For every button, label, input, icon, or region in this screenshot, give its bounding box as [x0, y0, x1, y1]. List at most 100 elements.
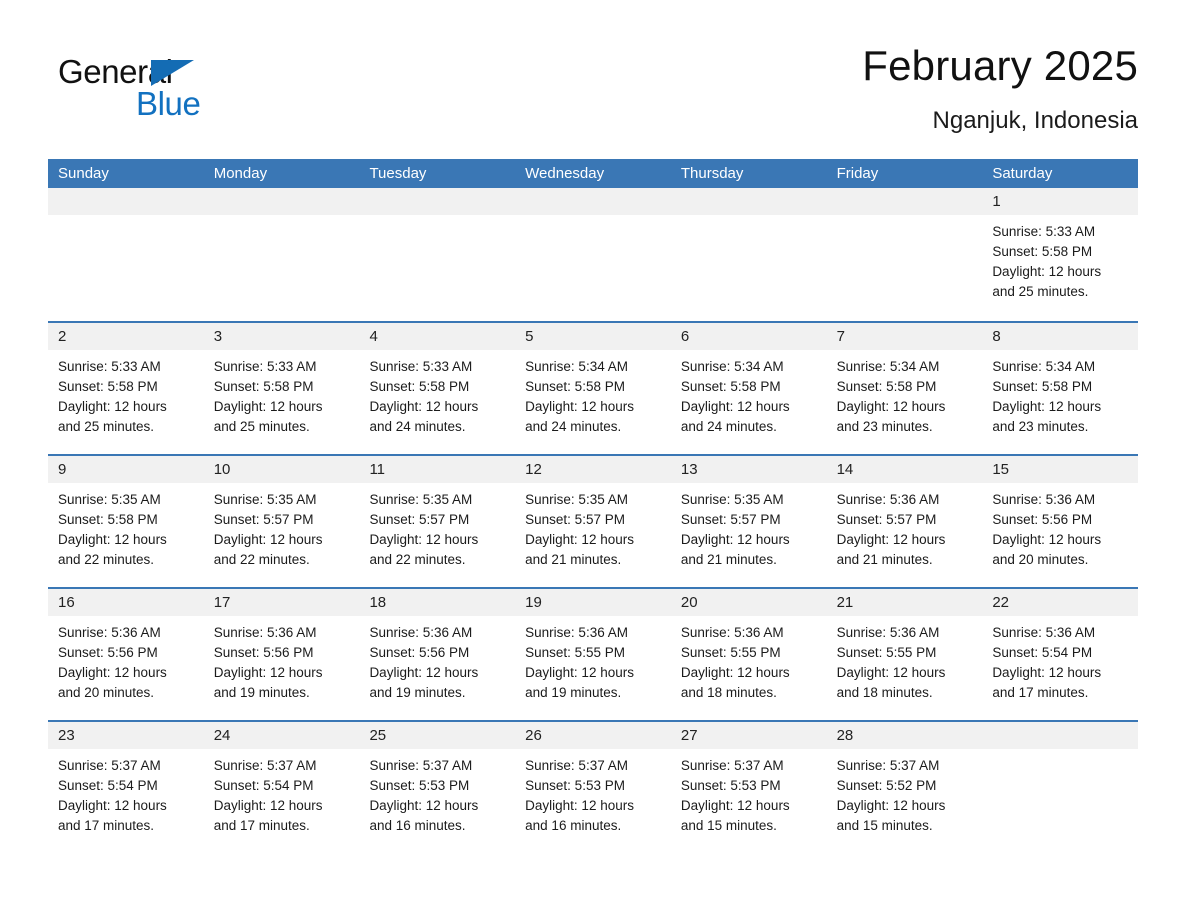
day-cell[interactable]: 5 Sunrise: 5:34 AM Sunset: 5:58 PM Dayli…	[515, 323, 671, 454]
day-details: Sunrise: 5:37 AM Sunset: 5:53 PM Dayligh…	[515, 749, 671, 836]
sunset-text: Sunset: 5:58 PM	[525, 379, 625, 394]
day-cell[interactable]	[515, 188, 671, 321]
daylight-text-line1: Daylight: 12 hours	[836, 532, 946, 547]
day-cell[interactable]	[982, 722, 1139, 853]
sunrise-text: Sunrise: 5:35 AM	[369, 492, 473, 507]
day-cell[interactable]: 12 Sunrise: 5:35 AM Sunset: 5:57 PM Dayl…	[515, 456, 671, 587]
day-cell[interactable]: 3 Sunrise: 5:33 AM Sunset: 5:58 PM Dayli…	[203, 323, 360, 454]
sunset-text: Sunset: 5:56 PM	[213, 645, 314, 660]
daylight-text-line1: Daylight: 12 hours	[58, 798, 167, 813]
sunrise-text: Sunrise: 5:37 AM	[525, 758, 628, 773]
day-number: 15	[982, 456, 1139, 483]
sunrise-text: Sunrise: 5:37 AM	[836, 758, 940, 773]
daylight-text-line2: and 22 minutes.	[58, 552, 155, 567]
day-cell[interactable]: 10 Sunrise: 5:35 AM Sunset: 5:57 PM Dayl…	[203, 456, 360, 587]
sunrise-text: Sunrise: 5:33 AM	[213, 359, 317, 374]
sunrise-text: Sunrise: 5:37 AM	[680, 758, 784, 773]
daylight-text-line1: Daylight: 12 hours	[992, 264, 1102, 279]
daylight-text-line2: and 25 minutes.	[992, 284, 1089, 299]
day-cell[interactable]	[670, 188, 827, 321]
day-number: 1	[982, 188, 1139, 215]
day-cell[interactable]: 9 Sunrise: 5:35 AM Sunset: 5:58 PM Dayli…	[48, 456, 204, 587]
daylight-text-line2: and 18 minutes.	[680, 685, 777, 700]
sunrise-text: Sunrise: 5:36 AM	[213, 625, 317, 640]
weekday-header-saturday: Saturday	[992, 165, 1053, 182]
sunrise-text: Sunrise: 5:36 AM	[992, 492, 1096, 507]
sunset-text: Sunset: 5:56 PM	[992, 512, 1093, 527]
day-cell[interactable]: 15 Sunrise: 5:36 AM Sunset: 5:56 PM Dayl…	[982, 456, 1139, 587]
day-number: 12	[515, 456, 671, 483]
day-cell[interactable]: 21 Sunrise: 5:36 AM Sunset: 5:55 PM Dayl…	[826, 589, 983, 720]
day-cell[interactable]: 4 Sunrise: 5:33 AM Sunset: 5:58 PM Dayli…	[359, 323, 516, 454]
sunset-text: Sunset: 5:55 PM	[525, 645, 625, 660]
day-number: 23	[48, 722, 204, 749]
daylight-text-line2: and 24 minutes.	[525, 419, 622, 434]
daylight-text-line2: and 15 minutes.	[680, 818, 777, 833]
daylight-text-line2: and 21 minutes.	[525, 552, 622, 567]
day-cell[interactable]: 8 Sunrise: 5:34 AM Sunset: 5:58 PM Dayli…	[982, 323, 1139, 454]
day-cell[interactable]: 24 Sunrise: 5:37 AM Sunset: 5:54 PM Dayl…	[203, 722, 360, 853]
sunset-text: Sunset: 5:56 PM	[58, 645, 158, 660]
daylight-text-line2: and 24 minutes.	[369, 419, 466, 434]
general-blue-logo[interactable]: General Blue	[58, 54, 258, 130]
day-details: Sunrise: 5:36 AM Sunset: 5:56 PM Dayligh…	[359, 616, 515, 703]
day-number: 2	[48, 323, 204, 350]
day-cell[interactable]: 13 Sunrise: 5:35 AM Sunset: 5:57 PM Dayl…	[670, 456, 827, 587]
page-masthead: General Blue February 2025 Nganjuk, Indo…	[48, 40, 1138, 152]
day-details: Sunrise: 5:37 AM Sunset: 5:53 PM Dayligh…	[671, 749, 827, 836]
sunrise-text: Sunrise: 5:34 AM	[525, 359, 628, 374]
day-cell[interactable]	[48, 188, 204, 321]
day-cell[interactable]: 17 Sunrise: 5:36 AM Sunset: 5:56 PM Dayl…	[203, 589, 360, 720]
day-cell[interactable]	[203, 188, 360, 321]
daylight-text-line2: and 21 minutes.	[836, 552, 933, 567]
day-cell[interactable]: 26 Sunrise: 5:37 AM Sunset: 5:53 PM Dayl…	[515, 722, 671, 853]
daylight-text-line1: Daylight: 12 hours	[369, 532, 479, 547]
flag-triangle-icon	[151, 60, 194, 86]
day-number: 10	[203, 456, 360, 483]
day-cell[interactable]: 28 Sunrise: 5:37 AM Sunset: 5:52 PM Dayl…	[826, 722, 983, 853]
daylight-text-line1: Daylight: 12 hours	[213, 798, 323, 813]
sunrise-text: Sunrise: 5:37 AM	[369, 758, 473, 773]
day-cell[interactable]: 14 Sunrise: 5:36 AM Sunset: 5:57 PM Dayl…	[826, 456, 983, 587]
weekday-header-friday: Friday	[836, 165, 879, 182]
day-cell[interactable]: 6 Sunrise: 5:34 AM Sunset: 5:58 PM Dayli…	[670, 323, 827, 454]
day-details: Sunrise: 5:35 AM Sunset: 5:57 PM Dayligh…	[515, 483, 671, 570]
daylight-text-line2: and 19 minutes.	[213, 685, 310, 700]
day-details: Sunrise: 5:36 AM Sunset: 5:56 PM Dayligh…	[48, 616, 204, 703]
day-cell[interactable]	[359, 188, 516, 321]
day-cell[interactable]: 11 Sunrise: 5:35 AM Sunset: 5:57 PM Dayl…	[359, 456, 516, 587]
sunset-text: Sunset: 5:57 PM	[369, 512, 470, 527]
day-cell[interactable]: 19 Sunrise: 5:36 AM Sunset: 5:55 PM Dayl…	[515, 589, 671, 720]
daylight-text-line2: and 25 minutes.	[213, 419, 310, 434]
daylight-text-line1: Daylight: 12 hours	[992, 665, 1102, 680]
daylight-text-line2: and 16 minutes.	[369, 818, 466, 833]
daylight-text-line1: Daylight: 12 hours	[992, 532, 1102, 547]
day-cell[interactable]: 25 Sunrise: 5:37 AM Sunset: 5:53 PM Dayl…	[359, 722, 516, 853]
day-cell[interactable]: 18 Sunrise: 5:36 AM Sunset: 5:56 PM Dayl…	[359, 589, 516, 720]
sunset-text: Sunset: 5:57 PM	[213, 512, 314, 527]
day-number: 11	[359, 456, 516, 483]
daylight-text-line1: Daylight: 12 hours	[369, 665, 479, 680]
day-details: Sunrise: 5:34 AM Sunset: 5:58 PM Dayligh…	[671, 350, 827, 437]
daylight-text-line2: and 25 minutes.	[58, 419, 155, 434]
sunset-text: Sunset: 5:58 PM	[992, 244, 1093, 259]
day-cell[interactable]	[826, 188, 983, 321]
day-cell[interactable]: 2 Sunrise: 5:33 AM Sunset: 5:58 PM Dayli…	[48, 323, 204, 454]
daylight-text-line2: and 17 minutes.	[58, 818, 155, 833]
day-number	[203, 188, 360, 215]
sunset-text: Sunset: 5:58 PM	[58, 512, 158, 527]
calendar-week-row: 23 Sunrise: 5:37 AM Sunset: 5:54 PM Dayl…	[48, 720, 1139, 853]
day-cell[interactable]: 7 Sunrise: 5:34 AM Sunset: 5:58 PM Dayli…	[826, 323, 983, 454]
day-details: Sunrise: 5:35 AM Sunset: 5:57 PM Dayligh…	[204, 483, 360, 570]
day-cell[interactable]: 16 Sunrise: 5:36 AM Sunset: 5:56 PM Dayl…	[48, 589, 204, 720]
day-cell[interactable]: 27 Sunrise: 5:37 AM Sunset: 5:53 PM Dayl…	[670, 722, 827, 853]
sunrise-text: Sunrise: 5:34 AM	[836, 359, 940, 374]
sunset-text: Sunset: 5:58 PM	[58, 379, 158, 394]
day-cell[interactable]: 20 Sunrise: 5:36 AM Sunset: 5:55 PM Dayl…	[670, 589, 827, 720]
day-cell[interactable]: 22 Sunrise: 5:36 AM Sunset: 5:54 PM Dayl…	[982, 589, 1139, 720]
sunset-text: Sunset: 5:57 PM	[836, 512, 937, 527]
day-cell[interactable]: 1 Sunrise: 5:33 AM Sunset: 5:58 PM Dayli…	[982, 188, 1139, 321]
sunrise-text: Sunrise: 5:36 AM	[369, 625, 473, 640]
day-cell[interactable]: 23 Sunrise: 5:37 AM Sunset: 5:54 PM Dayl…	[48, 722, 204, 853]
sunrise-text: Sunrise: 5:36 AM	[680, 625, 784, 640]
